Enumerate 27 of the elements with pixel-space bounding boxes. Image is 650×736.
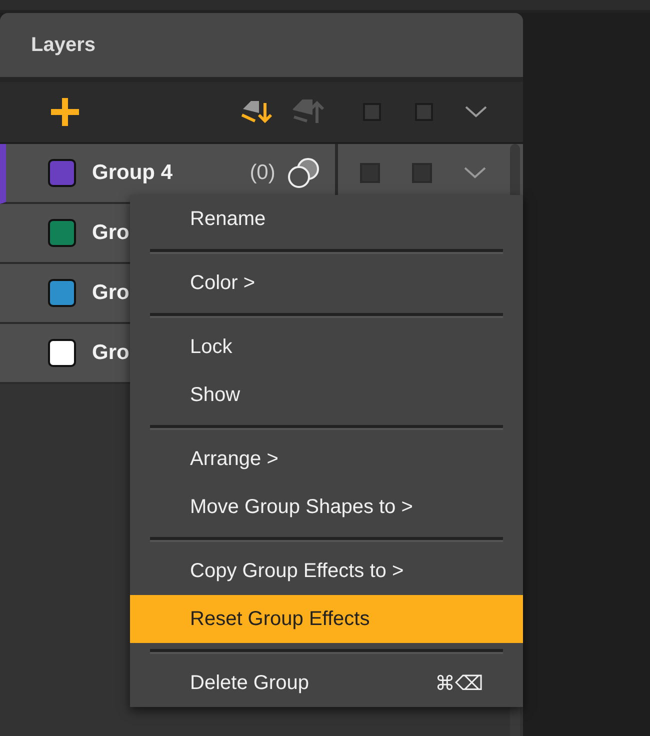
menu-item[interactable]: Copy Group Effects to > xyxy=(130,547,523,595)
chevron-down-icon[interactable] xyxy=(464,167,486,179)
row-square[interactable] xyxy=(412,163,432,183)
menu-item[interactable]: Arrange > xyxy=(130,435,523,483)
shortcut-label: ⌘⌫ xyxy=(435,672,483,696)
color-swatch[interactable] xyxy=(48,339,76,367)
menu-item[interactable]: Show xyxy=(130,371,523,419)
menu-item[interactable]: Reset Group Effects xyxy=(130,595,523,643)
row-square[interactable] xyxy=(360,163,380,183)
color-swatch[interactable] xyxy=(48,279,76,307)
overlapping-circles-icon[interactable] xyxy=(287,157,322,189)
menu-item[interactable]: Move Group Shapes to > xyxy=(130,483,523,531)
panel-title: Layers xyxy=(31,34,96,56)
menu-item[interactable]: Delete Group ⌘⌫ xyxy=(130,659,523,707)
layer-name: Gro xyxy=(92,281,130,305)
shape-count: (0) xyxy=(250,161,276,185)
menu-item[interactable]: Lock xyxy=(130,323,523,371)
layer-up-icon[interactable] xyxy=(293,99,327,125)
menu-item[interactable]: Color > xyxy=(130,259,523,307)
layer-down-icon[interactable] xyxy=(241,99,275,125)
layer-name: Group 4 xyxy=(92,161,173,185)
color-swatch[interactable] xyxy=(48,159,76,187)
add-icon[interactable] xyxy=(51,98,79,126)
chevron-down-icon[interactable] xyxy=(465,106,487,118)
color-swatch[interactable] xyxy=(48,219,76,247)
layer-name: Gro xyxy=(92,221,130,245)
layer-name: Gro xyxy=(92,341,130,365)
